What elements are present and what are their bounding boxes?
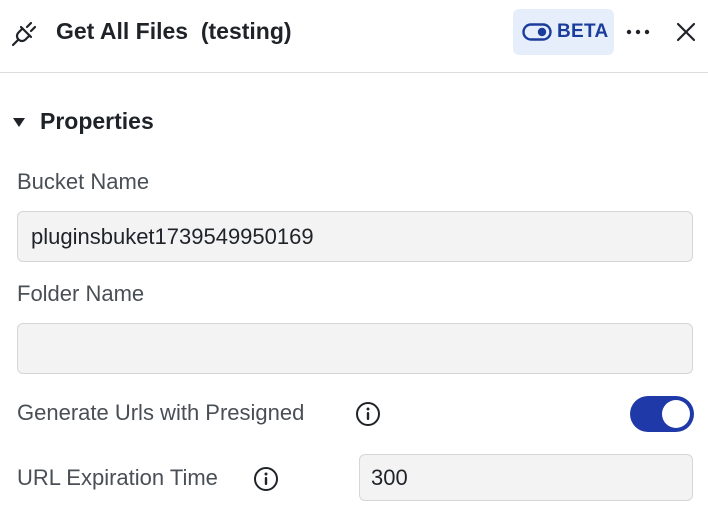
folder-name-input[interactable] [17,323,693,374]
beta-toggle-button[interactable]: BETA [513,9,614,55]
url-expiration-label: URL Expiration Time [17,465,218,490]
properties-panel: Get All Files (testing) BETA Properties … [0,0,708,528]
panel-header: Get All Files (testing) BETA [0,0,708,73]
caret-down-icon [13,118,25,127]
generate-urls-label: Generate Urls with Presigned [17,400,305,425]
info-icon[interactable] [253,466,279,492]
toggle-knob [662,400,690,428]
bucket-name-label: Bucket Name [17,169,150,194]
plug-icon [11,21,37,47]
bucket-name-input[interactable] [17,211,693,262]
more-options-button[interactable] [624,20,652,44]
folder-name-label: Folder Name [17,281,145,306]
close-button[interactable] [672,18,700,46]
toggle-icon [522,23,552,41]
section-title: Properties [40,108,154,134]
url-expiration-input[interactable] [359,454,693,501]
info-icon[interactable] [355,401,381,427]
panel-title: Get All Files (testing) [56,18,292,44]
beta-label: BETA [557,21,609,42]
generate-urls-toggle[interactable] [630,396,694,432]
